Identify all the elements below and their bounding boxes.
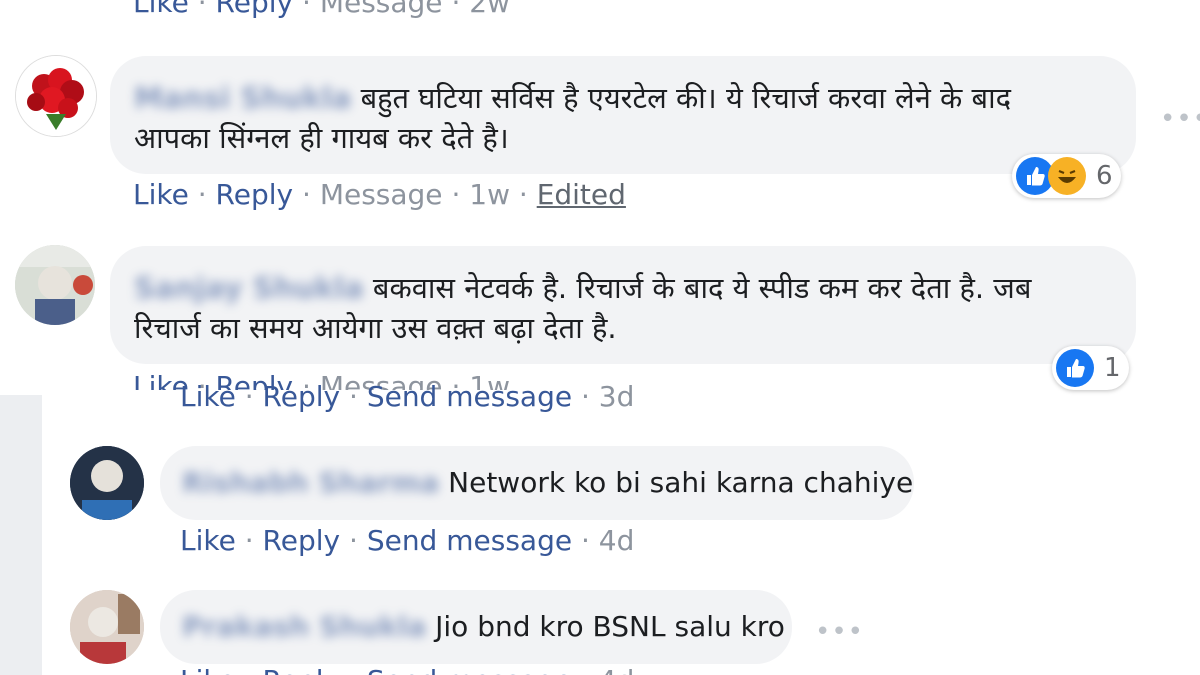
reply-bubble: Rishabh Sharma Network ko bi sahi karna … — [160, 446, 914, 520]
separator: · — [302, 178, 311, 211]
comment-text: बकवास नेटवर्क है. रिचार्ज के बाद ये स्पी… — [372, 271, 1032, 305]
reply-body: Rishabh Sharma Network ko bi sahi karna … — [182, 466, 913, 499]
comment-body: Sanjay Shukla बकवास नेटवर्क है. रिचार्ज … — [134, 268, 1124, 348]
timestamp[interactable]: 2w — [469, 0, 510, 19]
message-link[interactable]: Message — [320, 178, 443, 211]
separator: · — [451, 0, 461, 19]
avatar[interactable] — [15, 245, 95, 325]
avatar[interactable] — [15, 55, 97, 137]
comment-body: Mansi Shukla बहुत घटिया सर्विस है एयरटेल… — [134, 78, 1124, 158]
separator: · — [197, 0, 207, 19]
timestamp[interactable]: 1w — [469, 178, 510, 211]
comment-text: रिचार्ज का समय आयेगा उस वक़्त बढ़ा देता … — [134, 311, 617, 345]
comment-bubble: Mansi Shukla बहुत घटिया सर्विस है एयरटेल… — [110, 56, 1136, 174]
avatar[interactable] — [70, 446, 144, 520]
timestamp[interactable]: 3d — [599, 380, 635, 413]
message-link[interactable]: Message — [320, 0, 443, 19]
separator: · — [302, 0, 311, 19]
reaction-count: 1 — [1104, 353, 1121, 383]
comment-action-row: Like · Reply · Message · 1w · Edited — [133, 178, 626, 211]
reply-text: Network ko bi sahi karna chahiye — [448, 466, 914, 499]
reply-link[interactable]: Reply — [263, 524, 341, 557]
more-options-icon[interactable]: ••• — [815, 617, 864, 647]
edited-link[interactable]: Edited — [537, 178, 626, 211]
separator: · — [244, 524, 254, 557]
profile-photo — [70, 446, 144, 520]
separator: · — [518, 178, 528, 211]
separator: · — [349, 664, 358, 675]
profile-photo — [70, 590, 144, 664]
like-link[interactable]: Like — [133, 0, 189, 19]
reply-action-row: Like · Reply · Send message · 4d — [180, 664, 634, 675]
reply-link[interactable]: Reply — [216, 178, 294, 211]
reaction-summary[interactable]: 6 — [1012, 154, 1121, 198]
avatar[interactable] — [70, 590, 144, 664]
comment-text: आपका सिंग्नल ही गायब कर देते है। — [134, 121, 509, 155]
separator: · — [197, 178, 207, 211]
reaction-count: 6 — [1096, 161, 1113, 191]
like-link[interactable]: Like — [180, 524, 236, 557]
like-link[interactable]: Like — [180, 664, 236, 675]
reply-author[interactable]: Rishabh Sharma — [182, 466, 439, 499]
separator: · — [581, 664, 590, 675]
reply-body: Prakash Shukla Jio bnd kro BSNL salu kro — [182, 610, 785, 643]
profile-photo — [15, 245, 95, 325]
like-link[interactable]: Like — [180, 380, 236, 413]
more-options-icon[interactable]: ••• — [1160, 104, 1200, 134]
separator: · — [349, 524, 358, 557]
send-message-link[interactable]: Send message — [367, 524, 572, 557]
haha-icon — [1048, 157, 1086, 195]
like-link[interactable]: Like — [133, 178, 189, 211]
send-message-link[interactable]: Send message — [367, 664, 572, 675]
reply-bubble: Prakash Shukla Jio bnd kro BSNL salu kro — [160, 590, 792, 664]
separator: · — [244, 380, 254, 413]
comment-author[interactable]: Mansi Shukla — [134, 81, 351, 115]
reply-text: Jio bnd kro BSNL salu kro — [435, 610, 785, 643]
send-message-link[interactable]: Send message — [367, 380, 572, 413]
reply-link[interactable]: Reply — [263, 664, 341, 675]
comment-author[interactable]: Sanjay Shukla — [134, 271, 364, 305]
reply-link[interactable]: Reply — [263, 380, 341, 413]
rose-bouquet-image — [16, 56, 96, 136]
comment-text: बहुत घटिया सर्विस है एयरटेल की। ये रिचार… — [360, 81, 1011, 115]
like-icon — [1056, 349, 1094, 387]
reply-author[interactable]: Prakash Shukla — [182, 610, 426, 643]
separator: · — [245, 664, 254, 675]
timestamp[interactable]: 4d — [599, 524, 635, 557]
reply-action-row: Like · Reply · Send message · 3d — [180, 380, 634, 413]
reaction-summary[interactable]: 1 — [1052, 346, 1129, 390]
top-action-row: Like · Reply · Message · 2w — [133, 0, 510, 19]
reply-link[interactable]: Reply — [216, 0, 294, 19]
separator: · — [451, 178, 461, 211]
separator: · — [580, 524, 590, 557]
comment-bubble: Sanjay Shukla बकवास नेटवर्क है. रिचार्ज … — [110, 246, 1136, 364]
reply-action-row: Like · Reply · Send message · 4d — [180, 524, 634, 557]
timestamp[interactable]: 4d — [599, 664, 635, 675]
reply-thread-strip — [0, 395, 42, 675]
separator: · — [580, 380, 590, 413]
separator: · — [349, 380, 358, 413]
